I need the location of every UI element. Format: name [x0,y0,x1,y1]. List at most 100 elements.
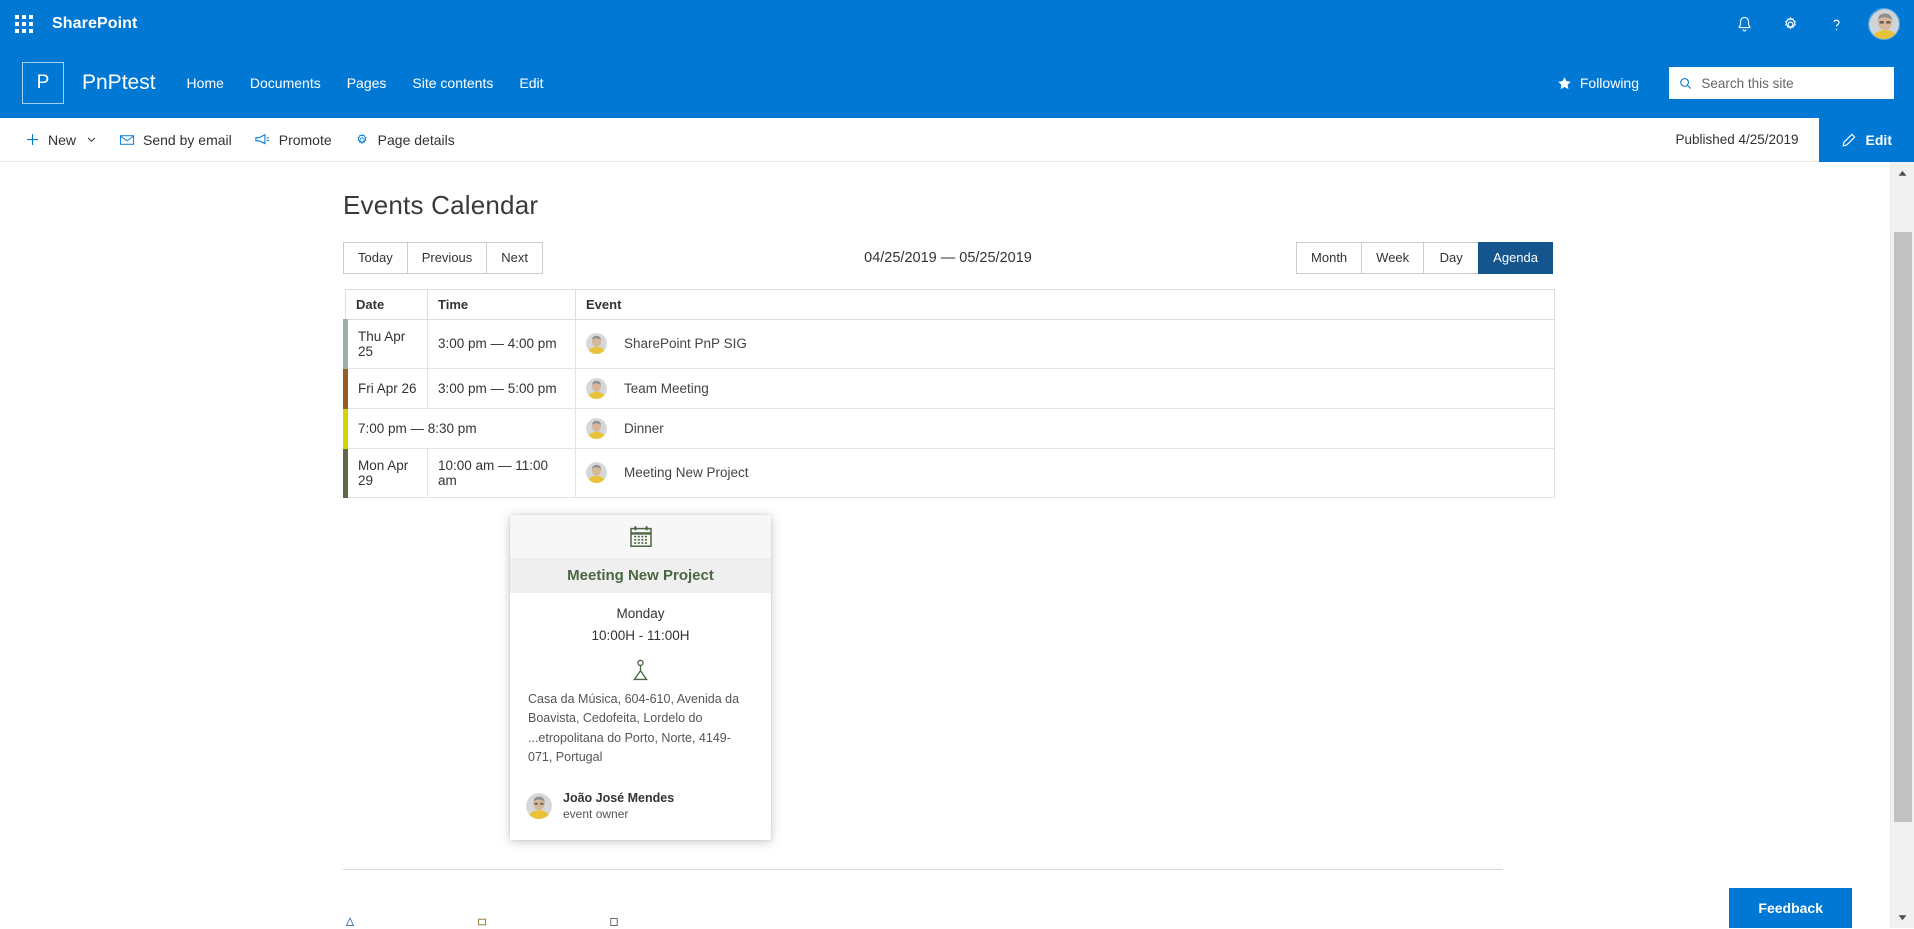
event-date: Thu Apr 25 [343,319,428,369]
event-owner-avatar [586,377,607,399]
search-box[interactable] [1669,67,1894,99]
suite-bar: SharePoint [0,0,1914,48]
promote-label: Promote [278,131,332,148]
scroll-down-button[interactable] [1891,906,1914,928]
send-by-email-button[interactable]: Send by email [108,118,243,162]
user-avatar[interactable] [1868,8,1900,40]
following-label: Following [1579,75,1639,91]
event-title: SharePoint PnP SIG [624,336,747,352]
promote-button[interactable]: Promote [243,118,343,162]
column-header-time: Time [427,289,576,320]
nav-item-site-contents[interactable]: Site contents [399,67,506,99]
pencil-icon [1842,133,1856,146]
partial-icon-b [478,918,486,926]
column-header-date: Date [345,289,428,320]
search-icon [1680,77,1692,89]
gear-icon [357,133,367,144]
new-button[interactable]: New [14,118,108,162]
chevron-down-icon [87,137,96,143]
event-title: Dinner [624,420,664,436]
scroll-up-button[interactable] [1891,162,1914,184]
suite-brand-link[interactable]: SharePoint [52,15,137,33]
column-header-event: Event [575,289,1555,320]
table-row[interactable]: Thu Apr 25 3:00 pm — 4:00 pm SharePoint … [343,319,1555,369]
search-input[interactable] [1701,75,1884,91]
view-day-button[interactable]: Day [1423,242,1480,274]
event-cell: Team Meeting [575,368,1555,409]
agenda-table: Date Time Event Thu Apr 25 3:00 pm — 4:0… [343,288,1555,498]
site-header-actions: Following [1557,67,1894,99]
owner-avatar [526,793,552,820]
star-icon [1558,76,1571,89]
agenda-header-row: Date Time Event [345,289,1555,320]
table-row[interactable]: Fri Apr 26 3:00 pm — 5:00 pm Team Meetin… [343,368,1555,409]
edit-label: Edit [1865,131,1892,148]
site-logo: P [22,62,64,104]
event-title: Meeting New Project [624,465,749,481]
following-button[interactable]: Following [1557,75,1639,91]
card-day: Monday [616,606,665,621]
command-bar-right: Published 4/25/2019 Edit [1675,117,1914,162]
calendar-nav-buttons: Today Previous Next [343,242,544,274]
chevron-down-icon [1898,914,1907,920]
content-area: Events Calendar Today Previous Next 04/2… [0,162,1914,498]
settings-button[interactable] [1768,0,1812,48]
site-header: P PnPtest Home Documents Pages Site cont… [0,48,1914,118]
card-title: Meeting New Project [510,558,771,593]
owner-name: João José Mendes [563,790,675,805]
nav-item-home[interactable]: Home [174,67,237,99]
edit-page-button[interactable]: Edit [1818,117,1914,162]
card-time: 10:00H - 11:00H [591,628,690,643]
page-details-label: Page details [377,131,455,148]
help-button[interactable] [1814,0,1858,48]
card-location-icon-wrap [526,659,755,682]
footer-icons-stub [343,917,621,927]
event-time: 7:00 pm — 8:30 pm [343,408,576,449]
event-cell: Meeting New Project [575,448,1555,498]
feedback-button[interactable]: Feedback [1729,888,1852,928]
table-row[interactable]: Mon Apr 29 10:00 am — 11:00 am Meeting N… [343,448,1555,498]
vertical-scrollbar[interactable] [1890,162,1914,928]
event-owner-avatar [586,417,607,439]
nav-item-pages[interactable]: Pages [334,67,400,99]
page-title: Events Calendar [343,190,539,220]
section-divider [343,869,1503,870]
table-row[interactable]: 7:00 pm — 8:30 pm Dinner [343,408,1555,449]
view-week-button[interactable]: Week [1361,242,1425,274]
calendar-toolbar: Today Previous Next 04/25/2019 — 05/25/2… [343,242,1553,274]
page-details-button[interactable]: Page details [343,118,466,162]
owner-info: João José Mendes event owner [563,790,674,823]
today-button[interactable]: Today [343,242,408,274]
view-month-button[interactable]: Month [1296,242,1363,274]
bell-icon [1738,16,1750,31]
calendar-icon [629,525,652,547]
event-time: 3:00 pm — 4:00 pm [427,319,576,369]
app-launcher-button[interactable] [0,0,48,48]
event-date: Mon Apr 29 [343,448,428,498]
event-time: 3:00 pm — 5:00 pm [427,368,576,409]
scrollbar-thumb[interactable] [1894,232,1912,822]
site-navigation: Home Documents Pages Site contents Edit [174,67,557,99]
avatar-photo-icon [1869,9,1899,39]
question-mark-icon [1832,19,1840,30]
mail-icon [119,134,135,145]
nav-item-documents[interactable]: Documents [237,67,334,99]
send-by-email-label: Send by email [143,131,232,148]
event-cell: Dinner [575,408,1555,449]
site-title[interactable]: PnPtest [82,71,156,95]
location-pin-icon [633,659,648,681]
next-button[interactable]: Next [486,242,544,274]
nav-item-edit[interactable]: Edit [506,67,556,99]
card-address: Casa da Música, 604-610, Avenida da Boav… [528,692,740,765]
event-title: Team Meeting [624,380,709,396]
command-bar: New Send by email Promote Page details P… [0,117,1914,162]
partial-icon-c [610,918,618,926]
partial-icon-a [345,917,355,926]
gear-icon [1784,16,1796,30]
event-owner-avatar [586,333,607,355]
notifications-button[interactable] [1722,0,1766,48]
event-cell: SharePoint PnP SIG [575,319,1555,369]
card-body: Monday 10:00H - 11:00H Casa da Música, 6… [510,593,771,768]
view-agenda-button[interactable]: Agenda [1478,242,1553,274]
previous-button[interactable]: Previous [406,242,488,274]
